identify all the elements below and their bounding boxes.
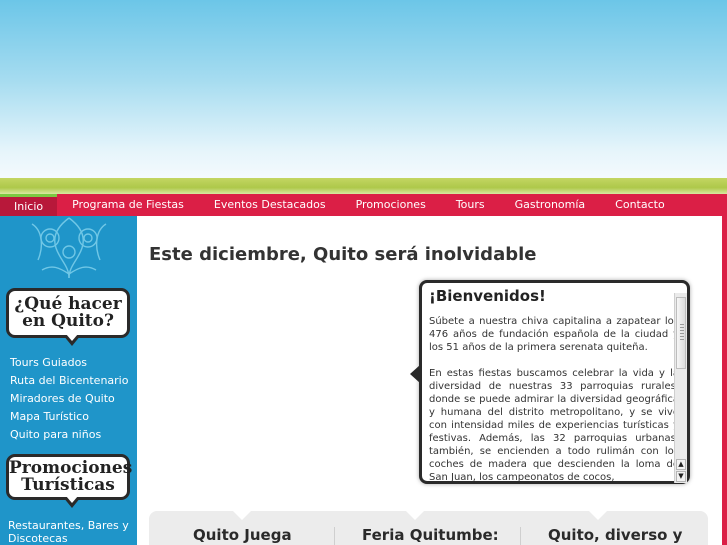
nav-item-tours[interactable]: Tours: [441, 194, 500, 216]
welcome-title: ¡Bienvenidos!: [429, 287, 546, 305]
welcome-paragraph: Súbete a nuestra chiva capitalina a zapa…: [429, 316, 679, 353]
sidebar: ¿Qué hacer en Quito? Tours Guiados Ruta …: [0, 216, 137, 545]
header-green-band: [0, 178, 727, 194]
que-hacer-heading: ¿Qué hacer en Quito?: [6, 288, 130, 346]
scrollbar-thumb[interactable]: [676, 297, 686, 369]
card-notch: [406, 511, 424, 520]
card-notch: [589, 511, 607, 520]
welcome-scrollbar[interactable]: ▲ ▼: [674, 293, 687, 483]
right-edge-border: [722, 216, 727, 545]
main-content: Este diciembre, Quito será inolvidable ¡…: [137, 216, 727, 545]
sidebar-link-tours-guiados[interactable]: Tours Guiados: [10, 354, 128, 372]
header-sky-banner: [0, 0, 727, 178]
nav-item-gastronomia[interactable]: Gastronomía: [500, 194, 601, 216]
card-divider: [520, 527, 521, 545]
nav-item-inicio[interactable]: Inicio: [0, 194, 58, 216]
nav-item-promociones[interactable]: Promociones: [341, 194, 441, 216]
sidebar-link-mapa-turistico[interactable]: Mapa Turístico: [10, 408, 128, 426]
sidebar-link-ruta-bicentenario[interactable]: Ruta del Bicentenario: [10, 372, 128, 390]
welcome-panel: ¡Bienvenidos! Súbete a nuestra chiva cap…: [410, 280, 690, 484]
card-notch: [233, 511, 251, 520]
que-hacer-heading-line2: en Quito?: [22, 311, 114, 331]
card-divider: [334, 527, 335, 545]
grip-icon: [680, 324, 684, 342]
promociones-links: Restaurantes, Bares y Discotecas: [8, 519, 137, 545]
card-title-quito-juega[interactable]: Quito Juega: [193, 526, 292, 544]
promociones-heading: Promociones Turísticas: [6, 454, 132, 508]
nav-item-programa-de-fiestas[interactable]: Programa de Fiestas: [57, 194, 199, 216]
sidebar-link-miradores[interactable]: Miradores de Quito: [10, 390, 128, 408]
page-title: Este diciembre, Quito será inolvidable: [149, 244, 537, 265]
promociones-heading-line2: Turísticas: [21, 475, 115, 495]
welcome-pointer: [410, 365, 420, 383]
sidebar-link-quito-ninos[interactable]: Quito para niños: [10, 426, 128, 444]
scroll-up-button[interactable]: ▲: [676, 459, 686, 470]
card-title-feria-quitumbe[interactable]: Feria Quitumbe:: [362, 526, 499, 544]
nav-item-eventos-destacados[interactable]: Eventos Destacados: [199, 194, 341, 216]
welcome-paragraph: En estas fiestas buscamos celebrar la vi…: [429, 368, 679, 481]
feature-cards: Quito Juega Feria Quitumbe: Quito, diver…: [149, 511, 708, 545]
welcome-body: Súbete a nuestra chiva capitalina a zapa…: [429, 315, 679, 481]
scroll-down-button[interactable]: ▼: [676, 471, 686, 482]
nav-item-contacto[interactable]: Contacto: [600, 194, 680, 216]
main-navigation: Inicio Programa de Fiestas Eventos Desta…: [0, 194, 727, 216]
que-hacer-links: Tours Guiados Ruta del Bicentenario Mira…: [10, 354, 128, 444]
card-title-quito-diverso[interactable]: Quito, diverso y: [548, 526, 682, 544]
ornament-icon: [31, 217, 107, 279]
sidebar-link-restaurantes[interactable]: Restaurantes, Bares y Discotecas: [8, 519, 137, 545]
